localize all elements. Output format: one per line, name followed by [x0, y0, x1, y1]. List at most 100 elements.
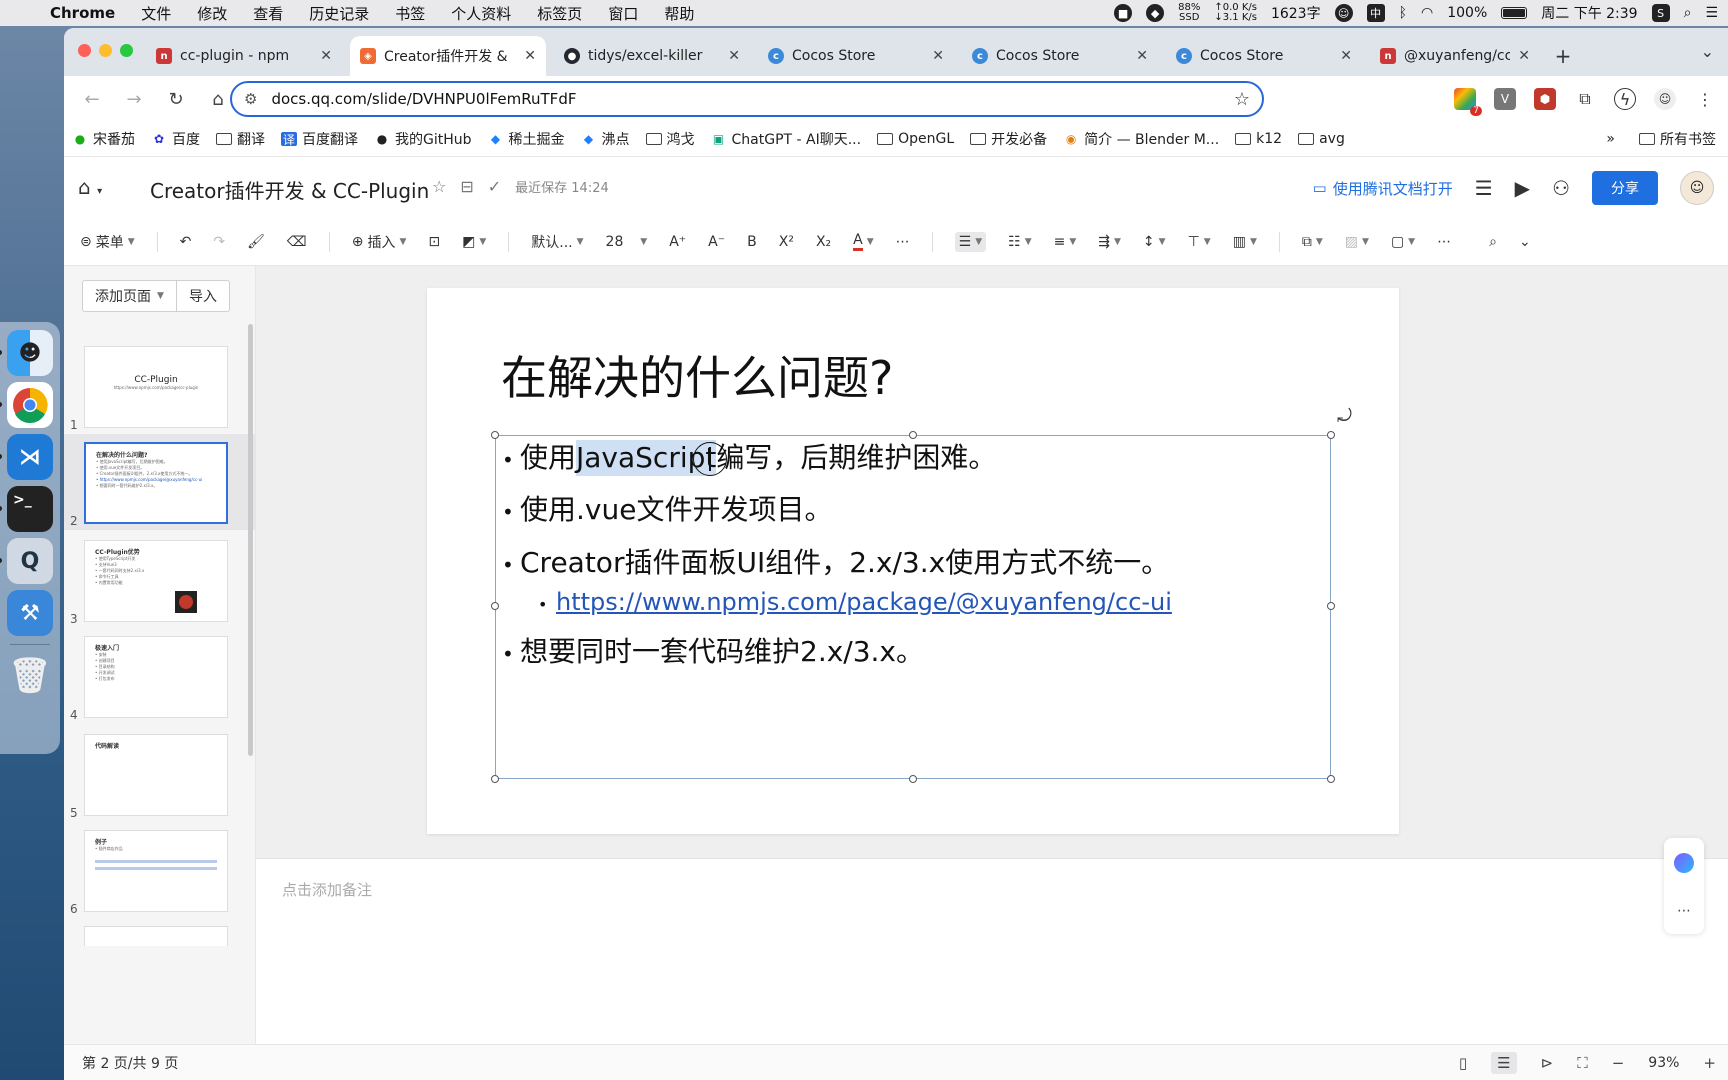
close-icon[interactable]: ✕: [320, 48, 332, 64]
chrome-menu-icon[interactable]: ⋮: [1694, 88, 1716, 110]
share-button[interactable]: 分享: [1592, 171, 1658, 205]
content-text-box[interactable]: • 使用 JavaScript 编写，后期维护困难。 • 使用.vue文件开发项目。 •…: [491, 431, 1335, 783]
url-text[interactable]: docs.qq.com/slide/DVHNPU0lFemRuTFdF: [271, 90, 1233, 108]
slide-thumbnail[interactable]: 代码解读 5: [64, 726, 256, 822]
superscript-button[interactable]: X²: [779, 234, 794, 250]
resize-handle[interactable]: [1327, 431, 1335, 439]
more-options-button[interactable]: ⋯: [1437, 234, 1451, 250]
clear-format-button[interactable]: ⌫: [287, 234, 307, 250]
slide-title[interactable]: 在解决的什么问题?: [501, 342, 893, 408]
bookmark-star-icon[interactable]: ☆: [1234, 89, 1250, 110]
profile-avatar-icon[interactable]: ☺: [1654, 88, 1676, 110]
bookmark-folder[interactable]: OpenGL: [877, 131, 954, 147]
slide-thumbnail-partial[interactable]: [84, 926, 228, 946]
site-info-icon[interactable]: ⚙: [244, 90, 257, 108]
trash-icon[interactable]: 🗑: [7, 653, 53, 699]
shield-status-icon[interactable]: ◆: [1146, 4, 1165, 22]
slide-thumbnail[interactable]: CC-Plugin优势 • 使用TypeScript开发 • 支持Vue3 • …: [64, 532, 256, 628]
bullet-list[interactable]: • 使用 JavaScript 编写，后期维护困难。 • 使用.vue文件开发项目。 •…: [502, 440, 1172, 671]
resize-handle[interactable]: [909, 431, 917, 439]
all-bookmarks-button[interactable]: 所有书签: [1639, 129, 1716, 149]
menu-file[interactable]: 文件: [141, 3, 171, 24]
resize-handle[interactable]: [909, 775, 917, 783]
play-slideshow-icon[interactable]: ⊳: [1541, 1054, 1554, 1072]
bullet-list-dropdown[interactable]: ☰ ▼: [954, 231, 987, 252]
extension-ublock-icon[interactable]: ⬢: [1534, 88, 1556, 110]
finder-icon[interactable]: ☻: [0, 330, 53, 376]
add-collaborator-icon[interactable]: ⚇: [1552, 176, 1570, 200]
doc-title[interactable]: Creator插件开发 & CC-Plugin: [150, 175, 429, 204]
ai-assistant-icon[interactable]: [1674, 853, 1694, 873]
more-icon[interactable]: ⋯: [1677, 903, 1691, 919]
star-icon[interactable]: ☆: [432, 177, 446, 196]
slide[interactable]: 在解决的什么问题? ⤾ • 使用 JavaScript 编写，后期维护困难。 • 使用.…: [427, 288, 1399, 834]
resize-handle[interactable]: [491, 431, 499, 439]
opacity-dropdown[interactable]: ▨ ▼: [1345, 234, 1369, 250]
bookmark-item[interactable]: ▣ ChatGPT - AI聊天...: [711, 129, 861, 149]
tab-search-chevron-icon[interactable]: ⌄: [1701, 42, 1714, 61]
bookmark-item[interactable]: ◉ 简介 — Blender M...: [1063, 129, 1219, 149]
bookmark-item[interactable]: ● 我的GitHub: [374, 129, 472, 149]
menu-edit[interactable]: 修改: [197, 3, 227, 24]
speaker-notes[interactable]: 点击添加备注: [256, 858, 1728, 950]
bluetooth-icon[interactable]: ᛒ: [1399, 5, 1407, 21]
menu-bookmarks[interactable]: 书签: [395, 3, 425, 24]
menu-view[interactable]: 查看: [253, 3, 283, 24]
font-size-select[interactable]: 28 ▼: [606, 234, 648, 250]
vscode-icon[interactable]: ⋊: [0, 434, 53, 480]
bullet-sub-item[interactable]: • https://www.npmjs.com/package/@xuyanfen…: [502, 587, 1172, 618]
close-icon[interactable]: ✕: [1518, 48, 1530, 64]
address-bar[interactable]: ⚙ docs.qq.com/slide/DVHNPU0lFemRuTFdF ☆: [230, 81, 1264, 117]
arrange-dropdown[interactable]: ⧉ ▼: [1302, 234, 1323, 250]
rotate-handle-icon[interactable]: ⤾: [1337, 406, 1352, 427]
bookmark-item[interactable]: ◆ 沸点: [581, 129, 630, 149]
tab-cocos-store-3[interactable]: c Cocos Store ✕: [1166, 36, 1362, 76]
insert-dropdown[interactable]: ⊕ 插入 ▼: [352, 232, 407, 252]
extension-vue-devtools-icon[interactable]: V: [1494, 88, 1516, 110]
bookmark-item[interactable]: 译百度翻译: [281, 129, 358, 149]
align-dropdown[interactable]: ≡ ▼: [1054, 234, 1077, 250]
menu-tabs[interactable]: 标签页: [537, 3, 582, 24]
menu-list-icon[interactable]: ☰: [1475, 176, 1493, 200]
battery-icon[interactable]: [1501, 7, 1528, 19]
normal-view-icon[interactable]: ▯: [1459, 1054, 1467, 1072]
zoom-level[interactable]: 93%: [1648, 1055, 1679, 1071]
tab-npm-cc-ui[interactable]: n @xuyanfeng/cc-u ✕: [1370, 36, 1540, 76]
text-box-button[interactable]: ⊡: [428, 234, 440, 250]
stop-record-icon[interactable]: ■: [1114, 4, 1133, 22]
collapse-toolbar-icon[interactable]: ⌄: [1519, 234, 1531, 250]
reload-button[interactable]: ↻: [158, 81, 194, 117]
redo-button[interactable]: ↷: [213, 234, 225, 250]
avatar[interactable]: ☺: [1680, 171, 1714, 205]
menu-history[interactable]: 历史记录: [309, 3, 369, 24]
quicktime-icon[interactable]: Q: [0, 538, 53, 584]
resize-handle[interactable]: [1327, 775, 1335, 783]
border-dropdown[interactable]: ▢ ▼: [1391, 234, 1415, 250]
resize-handle[interactable]: [491, 602, 499, 610]
search-icon[interactable]: ⌕: [1489, 234, 1497, 250]
tab-cocos-store-2[interactable]: c Cocos Store ✕: [962, 36, 1158, 76]
thumbnails-scrollbar[interactable]: [248, 324, 253, 756]
tab-creator-plugin[interactable]: ◈ Creator插件开发 & ✕: [350, 36, 546, 76]
import-button[interactable]: 导入: [177, 281, 229, 311]
bookmark-folder[interactable]: 翻译: [216, 129, 265, 149]
close-icon[interactable]: ✕: [1340, 48, 1352, 64]
bullet-item[interactable]: • Creator插件面板UI组件，2.x/3.x使用方式不统一。: [502, 545, 1172, 581]
zoom-in-button[interactable]: +: [1703, 1054, 1716, 1072]
notes-placeholder[interactable]: 点击添加备注: [282, 879, 372, 900]
app-s-icon[interactable]: S: [1651, 4, 1670, 22]
clock[interactable]: 周二 下午 2:39: [1541, 3, 1637, 23]
undo-button[interactable]: ↶: [180, 234, 192, 250]
input-method-icon[interactable]: 中: [1366, 4, 1385, 22]
font-color-dropdown[interactable]: A ▼: [853, 232, 874, 251]
slide-thumbnail-active[interactable]: 在解决的什么问题? • 使用JavaScript编写，后期维护困难。 • 使用.…: [64, 434, 256, 530]
bookmark-folder[interactable]: avg: [1298, 131, 1345, 147]
columns-dropdown[interactable]: ▥ ▼: [1233, 234, 1257, 250]
bookmark-folder[interactable]: 鸿戈: [645, 129, 695, 149]
bookmark-folder[interactable]: k12: [1235, 131, 1282, 147]
docs-home-icon[interactable]: ⌂ ▾: [78, 175, 102, 199]
fit-to-window-icon[interactable]: ⛶: [1577, 1054, 1588, 1072]
menu-dropdown[interactable]: ⊜ 菜单 ▼: [80, 232, 135, 252]
npm-cc-ui-link[interactable]: https://www.npmjs.com/package/@xuyanfeng…: [556, 587, 1172, 618]
chrome-icon[interactable]: [0, 382, 53, 428]
